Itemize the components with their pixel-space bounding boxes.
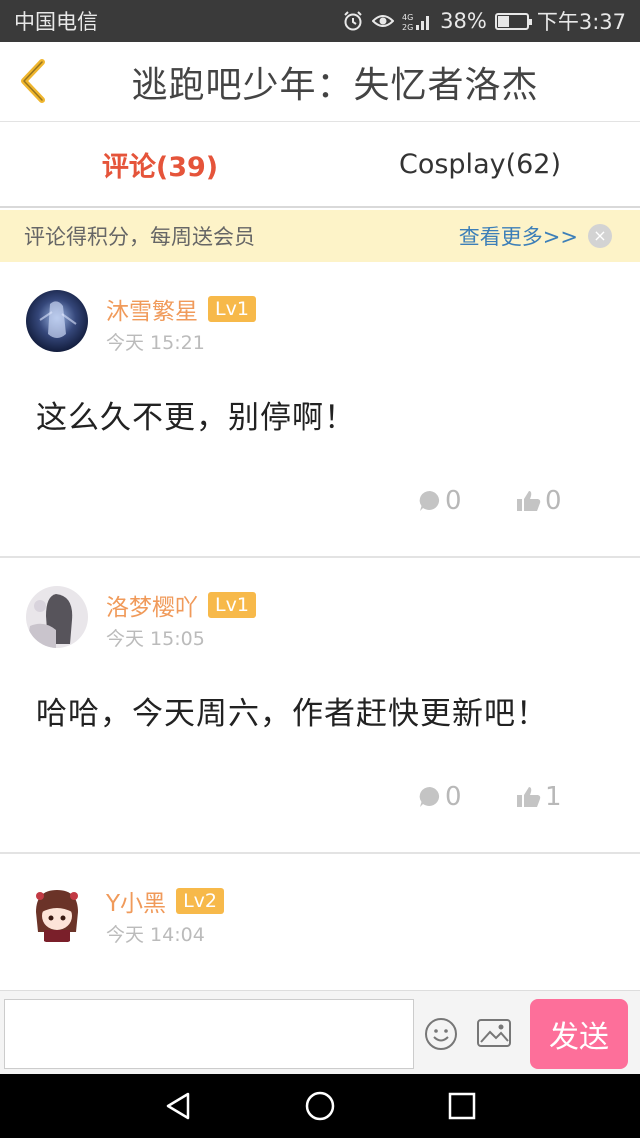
- title-bar: 逃跑吧少年：失忆者洛杰: [0, 42, 640, 122]
- comment-item: 洛梦樱吖 Lv1 今天 15:05 哈哈，今天周六，作者赶快更新吧！ 0 1: [0, 558, 640, 854]
- username-row: 沐雪繁星 Lv1: [106, 292, 256, 326]
- level-badge: Lv2: [176, 888, 224, 914]
- recents-square-icon[interactable]: [444, 1088, 480, 1124]
- username[interactable]: Y小黑: [106, 884, 166, 918]
- username-row: 洛梦樱吖 Lv1: [106, 588, 256, 622]
- page-title: 逃跑吧少年：失忆者洛杰: [131, 64, 539, 106]
- avatar-image: [26, 586, 88, 648]
- avatar[interactable]: [26, 882, 88, 944]
- alarm-icon: [344, 11, 362, 31]
- avatar[interactable]: [26, 586, 88, 648]
- comment-input[interactable]: [4, 999, 414, 1069]
- comment-bubble-icon: [419, 490, 440, 511]
- see-more-link[interactable]: 查看更多>>: [459, 221, 578, 251]
- username[interactable]: 洛梦樱吖: [106, 588, 198, 622]
- like-button[interactable]: 1: [516, 782, 562, 812]
- like-count: 1: [545, 782, 562, 812]
- thumbs-up-icon: [517, 491, 541, 511]
- battery-percent: 38%: [440, 9, 487, 33]
- avatar-image: [26, 290, 88, 352]
- comment-bubble-icon: [419, 786, 440, 807]
- comment-text: 这么久不更，别停啊！: [36, 400, 356, 436]
- comment-text: 哈哈，今天周六，作者赶快更新吧！: [36, 696, 548, 732]
- back-triangle-icon[interactable]: [160, 1088, 196, 1124]
- eye-icon: [372, 15, 395, 27]
- image-icon[interactable]: [476, 1017, 512, 1049]
- system-nav-bar: [0, 1074, 640, 1138]
- svg-text:4G: 4G: [402, 13, 413, 22]
- tab-cosplay[interactable]: Cosplay(62): [320, 122, 640, 206]
- reply-count: 0: [445, 782, 462, 812]
- avatar-image: [26, 882, 88, 944]
- avatar[interactable]: [26, 290, 88, 352]
- reply-count: 0: [445, 486, 462, 516]
- carrier-label: 中国电信: [14, 10, 98, 34]
- battery-icon: [494, 12, 532, 30]
- comment-input-bar: 发送: [0, 990, 640, 1074]
- promo-banner: 评论得积分，每周送会员 查看更多>> ×: [0, 210, 640, 262]
- comment-time: 今天 15:21: [106, 332, 205, 354]
- thumbs-up-icon: [517, 787, 541, 807]
- clock: 下午3:37: [536, 10, 626, 34]
- tab-bar: 评论(39) Cosplay(62): [0, 122, 640, 208]
- signal-icon: 4G 2G: [402, 13, 430, 32]
- comment-item: Y小黑 Lv2 今天 14:04: [0, 854, 640, 990]
- battery-fill: [497, 15, 509, 27]
- tab-comments[interactable]: 评论(39): [0, 122, 320, 206]
- comment-time: 今天 15:05: [106, 628, 205, 650]
- send-button[interactable]: 发送: [530, 999, 628, 1069]
- like-count: 0: [545, 486, 562, 516]
- username-row: Y小黑 Lv2: [106, 884, 224, 918]
- status-bar: 中国电信 4G 2G 38% 下午3:37: [0, 0, 640, 42]
- chevron-left-icon[interactable]: [14, 56, 54, 106]
- comment-item: 沐雪繁星 Lv1 今天 15:21 这么久不更，别停啊！ 0 0: [0, 262, 640, 558]
- emoji-icon[interactable]: [424, 1017, 458, 1051]
- like-button[interactable]: 0: [516, 486, 562, 516]
- reply-button[interactable]: 0: [418, 486, 462, 516]
- close-icon[interactable]: ×: [588, 224, 612, 248]
- level-badge: Lv1: [208, 296, 256, 322]
- level-badge: Lv1: [208, 592, 256, 618]
- svg-text:2G: 2G: [402, 23, 413, 32]
- comment-time: 今天 14:04: [106, 924, 205, 946]
- username[interactable]: 沐雪繁星: [106, 292, 198, 326]
- home-circle-icon[interactable]: [302, 1088, 338, 1124]
- reply-button[interactable]: 0: [418, 782, 462, 812]
- banner-text: 评论得积分，每周送会员: [24, 225, 255, 249]
